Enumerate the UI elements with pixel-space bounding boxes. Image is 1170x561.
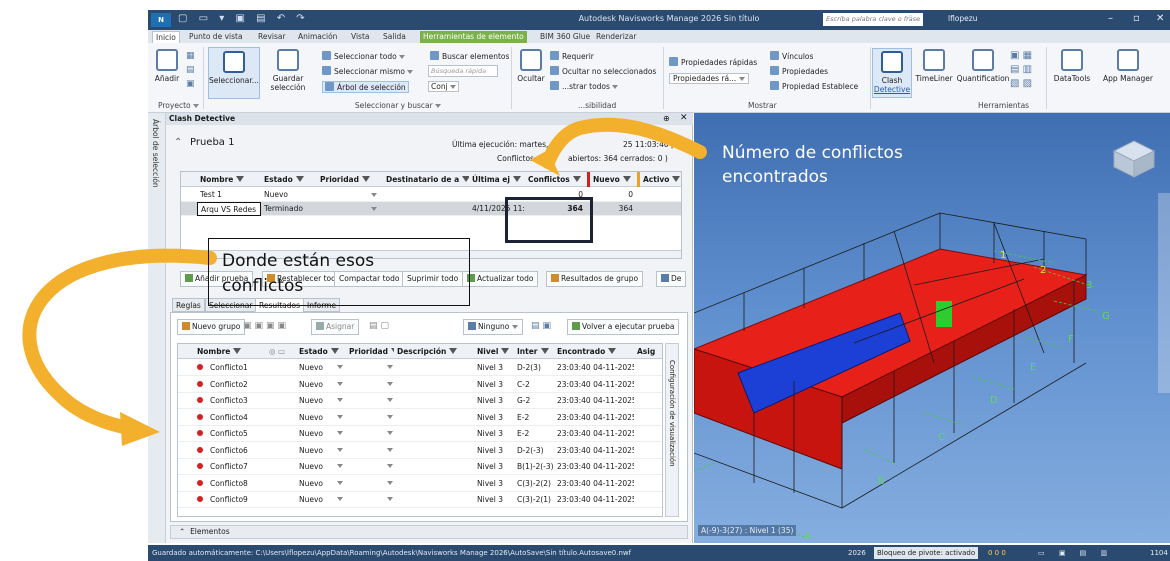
arrow-to-list bbox=[22, 248, 217, 435]
count-callout-line-2: encontrados bbox=[722, 167, 828, 187]
count-callout-line-1: Número de conflictos bbox=[722, 143, 903, 163]
arrow-head-list bbox=[120, 412, 160, 446]
callout-line-1: Donde están esos bbox=[222, 251, 375, 271]
callout-line-2: conflictos bbox=[222, 276, 304, 296]
count-highlight-box bbox=[505, 197, 593, 243]
annotation-arrows bbox=[22, 117, 707, 446]
arrow-to-count bbox=[541, 117, 707, 169]
